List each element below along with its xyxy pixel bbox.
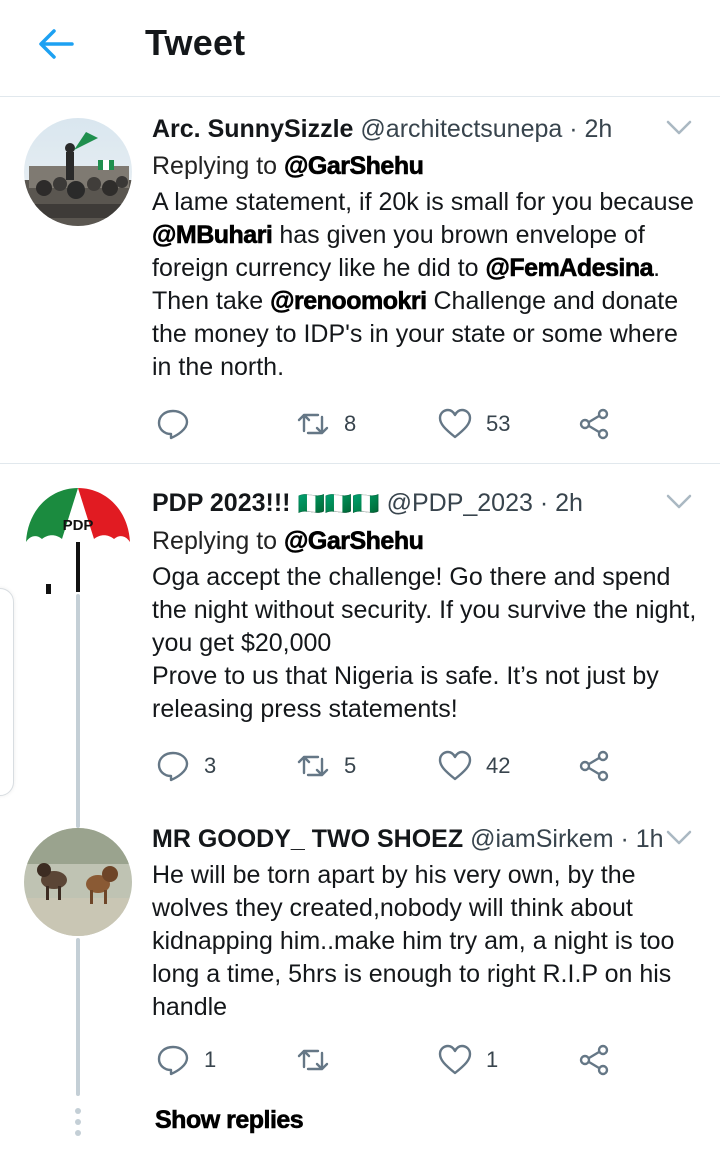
text-paragraph: Prove to us that Nigeria is safe. It’s n… [152,662,659,723]
retweet-icon [297,755,329,777]
header-bar: Tweet [0,0,720,97]
flag-emojis: 🇳🇬🇳🇬🇳🇬 [297,491,380,516]
reply-icon [157,751,189,782]
retweet-button[interactable]: 8 [296,404,356,444]
thread-line [76,594,80,828]
retweet-button[interactable] [296,1040,344,1080]
retweet-button[interactable]: 5 [296,746,356,786]
share-button[interactable] [578,746,612,786]
mention-link[interactable]: @renoomokri [270,287,428,316]
retweet-icon [297,1049,329,1071]
like-button[interactable]: 1 [438,1040,498,1080]
avatar-label: PDP [63,517,94,534]
reply-button[interactable]: 3 [156,746,216,786]
side-edge-tab[interactable] [0,588,14,796]
share-button[interactable] [578,404,612,444]
timestamp: 2h [555,489,583,517]
tweet-text: Oga accept the challenge! Go there and s… [152,561,700,726]
tweet-actions: 8 53 [152,404,632,444]
page-title: Tweet [145,22,246,63]
avatar-pdp[interactable]: PDP [24,484,132,594]
like-button[interactable]: 53 [438,404,510,444]
share-icon [579,408,609,440]
tweet-header: Arc. SunnySizzle @architectsunepa · 2h [152,114,700,144]
heart-icon [438,408,472,439]
show-replies-link[interactable]: Show replies [155,1106,304,1135]
text-paragraph: He will be torn apart by his very own, b… [152,861,675,1021]
author-name[interactable]: PDP 2023!!! [152,489,291,517]
replying-to-line: Replying to @GarShehu [152,151,700,181]
author-handle[interactable]: @iamSirkem [470,825,613,853]
tweet-text: He will be torn apart by his very own, b… [152,859,700,1024]
mention-link[interactable]: @MBuhari [152,221,273,250]
like-count: 1 [486,1047,499,1072]
separator-dot: · [620,825,629,853]
mention-link[interactable]: @FemAdesina [485,254,654,283]
share-icon [579,750,609,782]
reply-button[interactable] [156,404,204,444]
reply-icon [157,409,189,440]
replying-to-label: Replying to [152,527,278,555]
heart-icon [438,750,472,781]
mention-link[interactable]: @GarShehu [284,152,424,181]
author-name[interactable]: MR GOODY_ TWO SHOEZ [152,825,463,853]
share-icon [579,1044,609,1076]
tweet-divider [0,463,720,464]
retweet-icon [297,413,329,435]
author-name[interactable]: Arc. SunnySizzle [152,115,353,143]
tweet-header: PDP 2023!!! 🇳🇬🇳🇬🇳🇬 @PDP_2023 · 2h [152,488,700,519]
tweet-header: MR GOODY_ TWO SHOEZ @iamSirkem · 1h [152,824,700,854]
separator-dot: · [569,115,578,143]
avatar-iamsirkem[interactable] [24,828,132,936]
text-paragraph: Oga accept the challenge! Go there and s… [152,563,697,657]
reply-count: 1 [204,1047,217,1072]
author-handle[interactable]: @PDP_2023 [387,489,533,517]
author-handle[interactable]: @architectsunepa [360,115,562,143]
timestamp: 2h [584,115,613,143]
tweet-actions: 3 5 42 [152,746,632,786]
like-count: 53 [486,411,511,436]
reply-button[interactable]: 1 [156,1040,216,1080]
retweet-count: 5 [344,753,357,778]
timestamp: 1h [635,825,664,853]
chevron-down-icon[interactable] [666,494,692,510]
avatar-sunnysizzle[interactable] [24,118,132,226]
like-count: 42 [486,753,511,778]
tweet-actions: 1 1 [152,1040,632,1080]
chevron-down-icon[interactable] [666,120,692,136]
back-arrow-icon[interactable] [36,24,76,64]
separator-dot: · [539,489,549,517]
text-segment: A lame statement, if 20k is small for yo… [152,188,694,216]
thread-line [76,938,80,1096]
more-thread-dots-icon [74,1108,82,1141]
like-button[interactable]: 42 [438,746,510,786]
heart-icon [438,1044,472,1075]
chevron-down-icon[interactable] [666,830,692,846]
mention-link[interactable]: @GarShehu [284,527,424,556]
tweet-text: A lame statement, if 20k is small for yo… [152,186,700,384]
replying-to-line: Replying to @GarShehu [152,526,700,556]
reply-icon [157,1045,189,1076]
retweet-count: 8 [344,411,357,436]
replying-to-label: Replying to [152,152,278,180]
reply-count: 3 [204,753,217,778]
share-button[interactable] [578,1040,612,1080]
